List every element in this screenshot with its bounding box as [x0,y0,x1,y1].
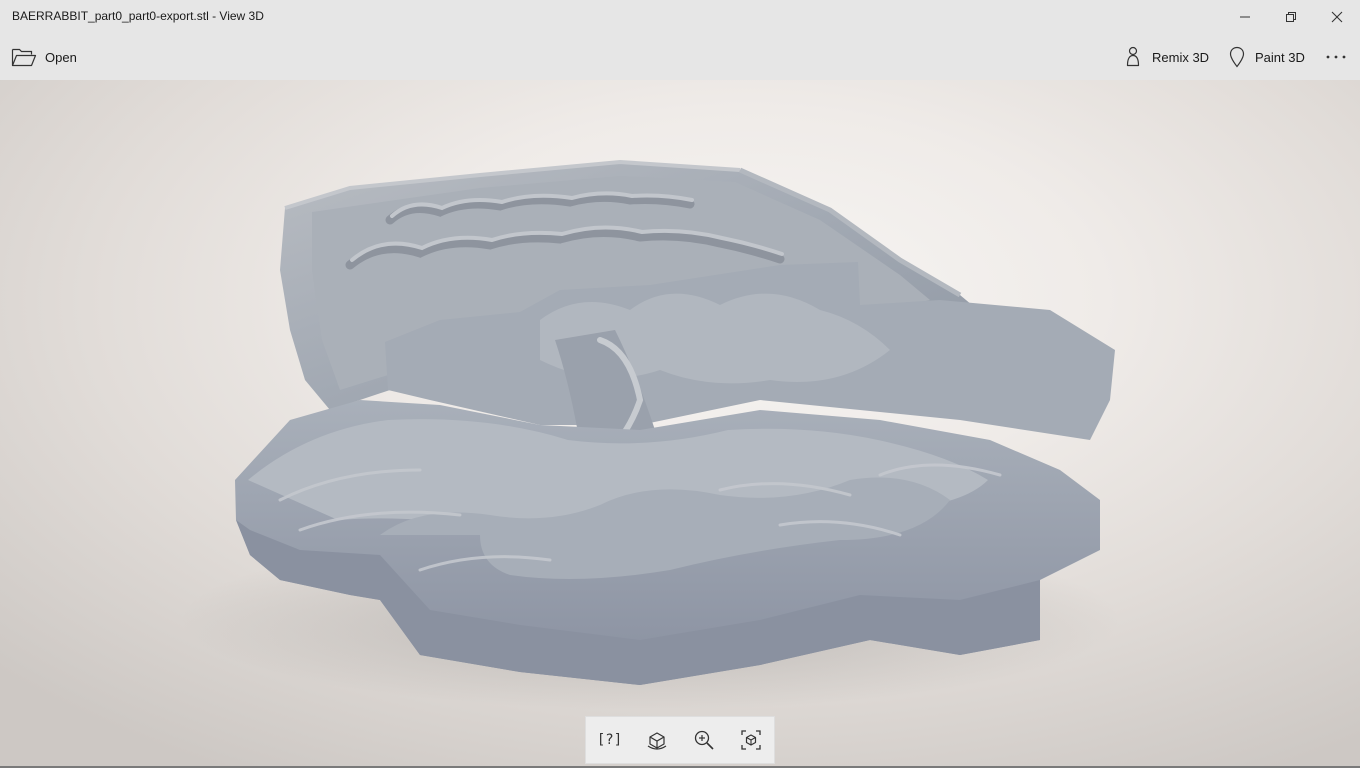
restore-button[interactable] [1268,0,1314,34]
fit-to-view-icon [740,730,761,750]
reset-view-button[interactable] [637,720,677,760]
open-label: Open [45,49,77,65]
minimize-button[interactable] [1222,0,1268,34]
app-toolbar: Open Remix 3D Paint 3D [0,34,1360,80]
fit-to-view-button[interactable] [731,720,771,760]
more-icon [1326,55,1346,59]
remix3d-icon [1126,46,1140,67]
remix3d-button[interactable]: Remix 3D [1124,40,1209,74]
title-bar: BAERRABBIT_part0_part0-export.stl - View… [0,0,1360,34]
zoom-in-button[interactable] [684,720,724,760]
3d-model[interactable] [0,80,1360,766]
minimize-icon [1240,16,1250,18]
close-icon [1331,11,1343,23]
help-button[interactable]: [?] [590,720,630,760]
3d-viewport[interactable] [0,80,1360,766]
open-button[interactable]: Open [11,40,77,74]
paint3d-label: Paint 3D [1255,49,1305,65]
paint3d-icon [1229,46,1245,68]
view-controls-bar: [?] [585,716,775,764]
folder-open-icon [11,48,37,67]
restore-icon [1286,12,1296,22]
paint3d-button[interactable]: Paint 3D [1228,40,1305,74]
zoom-in-icon [694,730,714,750]
more-button[interactable] [1322,40,1350,74]
help-icon: [?] [596,732,623,748]
window-title: BAERRABBIT_part0_part0-export.stl - View… [12,9,264,23]
remix3d-label: Remix 3D [1152,49,1210,65]
close-button[interactable] [1314,0,1360,34]
reset-view-icon [647,732,666,750]
